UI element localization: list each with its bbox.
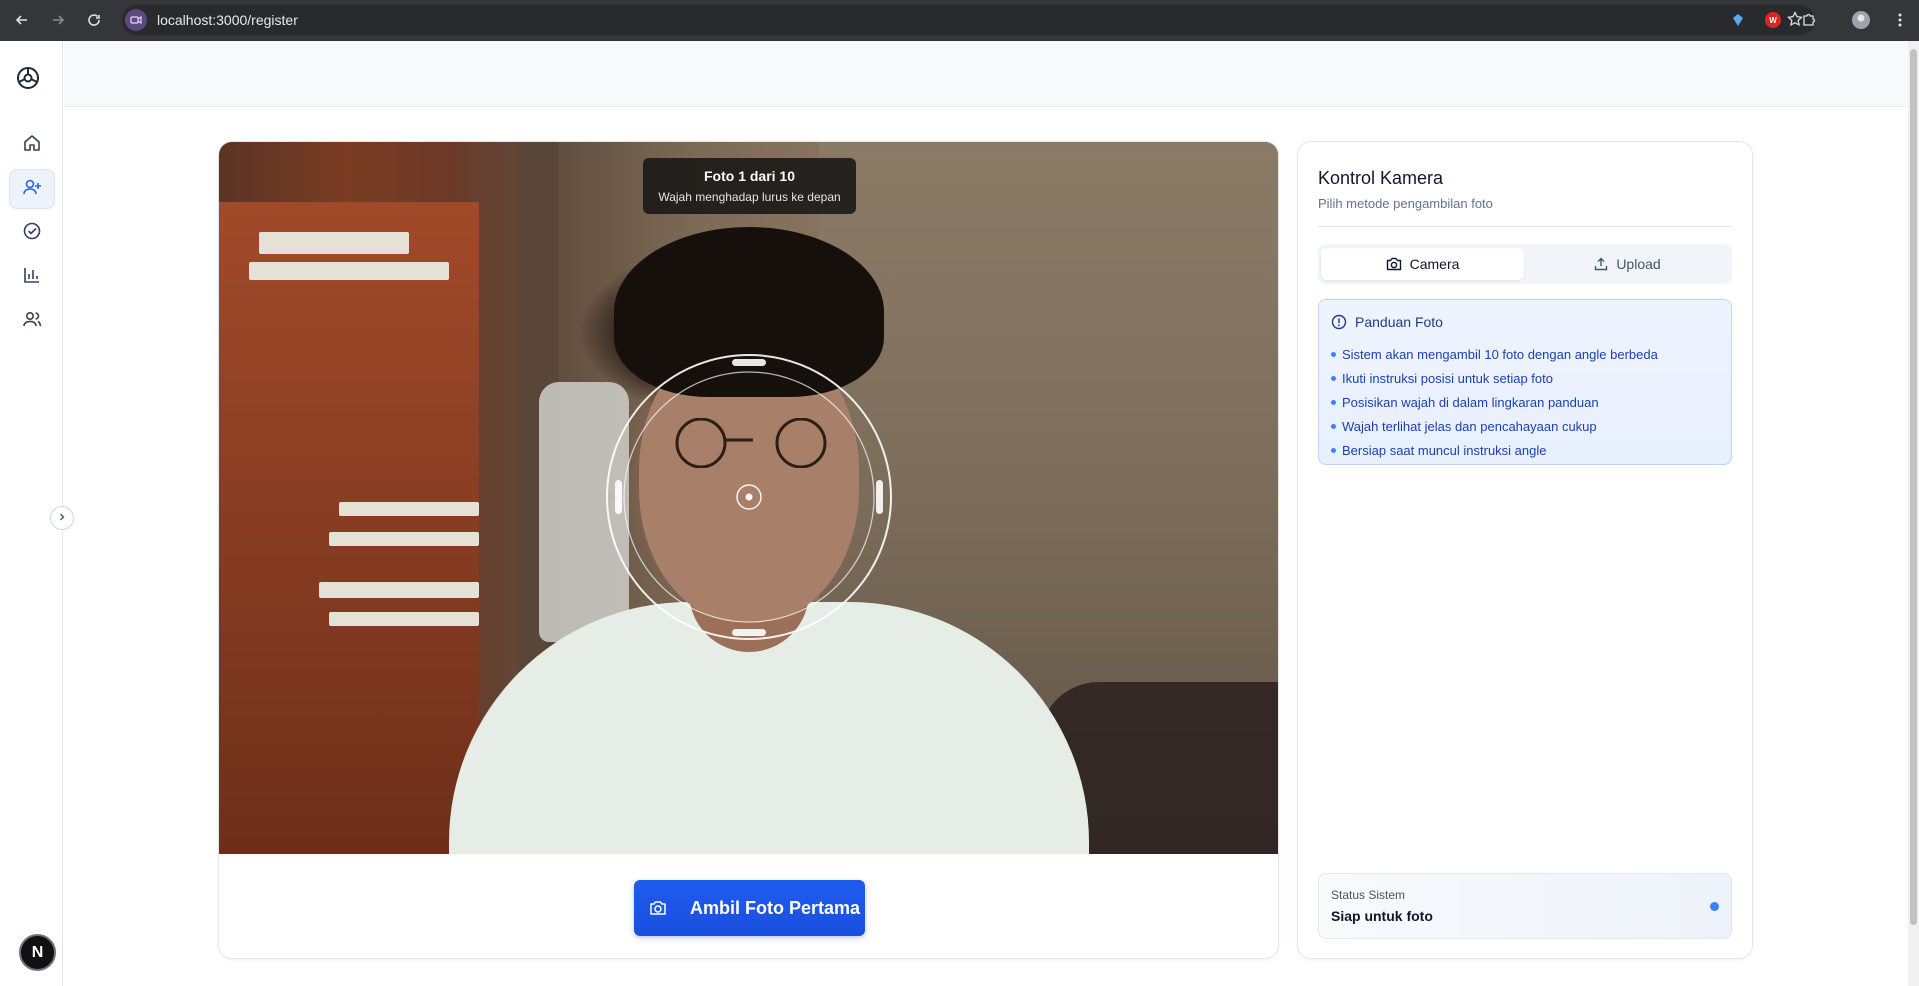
guide-item: Posisikan wajah di dalam lingkaran pandu… (1331, 390, 1658, 414)
instruction-subtitle: Wajah menghadap lurus ke depan (658, 190, 841, 204)
guide-item: Bersiap saat muncul instruksi angle (1331, 438, 1658, 462)
video-bookshelf (219, 202, 479, 854)
check-circle-icon (22, 221, 42, 246)
site-info-icon[interactable] (125, 9, 147, 31)
tab-camera[interactable]: Camera (1321, 248, 1524, 280)
sidebar-expand-button[interactable] (50, 506, 74, 530)
guide-title: Panduan Foto (1355, 314, 1443, 330)
controls-title: Kontrol Kamera (1318, 168, 1444, 188)
status-label: Status Sistem (1331, 888, 1406, 902)
tab-upload-label: Upload (1616, 256, 1661, 272)
top-header (64, 41, 1908, 107)
sidebar-item-home[interactable] (9, 125, 55, 165)
guide-item: Sistem akan mengambil 10 foto dengan ang… (1331, 342, 1658, 366)
back-icon[interactable] (11, 9, 33, 31)
svg-text:W: W (1769, 16, 1777, 25)
photo-guide-panel: Panduan Foto Sistem akan mengambil 10 fo… (1318, 299, 1732, 465)
camera-controls-card: Kontrol Kamera Pilih metode pengambilan … (1297, 141, 1753, 959)
instruction-title: Foto 1 dari 10 (703, 168, 796, 184)
guide-list: Sistem akan mengambil 10 foto dengan ang… (1331, 342, 1658, 462)
tab-upload[interactable]: Upload (1526, 248, 1729, 280)
home-icon (22, 133, 42, 158)
sidebar-item-reports[interactable] (9, 257, 55, 297)
camera-video-feed: Foto 1 dari 10 Wajah menghadap lurus ke … (219, 142, 1278, 854)
capture-method-tabs: Camera Upload (1318, 244, 1732, 284)
reload-icon[interactable] (83, 9, 105, 31)
info-circle-icon (1331, 314, 1347, 330)
controls-subtitle: Pilih metode pengambilan foto (1318, 196, 1493, 211)
camera-icon (1386, 257, 1402, 271)
tab-camera-label: Camera (1409, 256, 1460, 272)
extension-w-icon[interactable]: W (1763, 10, 1783, 30)
sidebar-item-attendance[interactable] (9, 213, 55, 253)
sidebar-item-register[interactable] (9, 169, 55, 209)
profile-avatar-icon[interactable] (1851, 10, 1871, 30)
extensions-puzzle-icon[interactable] (1799, 10, 1819, 30)
guide-item: Wajah terlihat jelas dan pencahayaan cuk… (1331, 414, 1658, 438)
user-avatar[interactable]: N (19, 934, 56, 971)
page-scrollbar[interactable] (1908, 41, 1919, 986)
forward-icon[interactable] (47, 9, 69, 31)
camera-icon (648, 898, 668, 918)
status-indicator-dot (1710, 902, 1719, 911)
address-bar[interactable]: localhost:3000/register (122, 5, 1815, 35)
browser-menu-icon[interactable] (1890, 10, 1910, 30)
status-value: Siap untuk foto (1331, 908, 1433, 924)
guide-header: Panduan Foto (1331, 314, 1443, 330)
guide-item: Ikuti instruksi posisi untuk setiap foto (1331, 366, 1658, 390)
chevron-right-icon (57, 509, 67, 527)
app-logo-icon[interactable] (15, 65, 41, 91)
scrollbar-thumb[interactable] (1910, 49, 1917, 925)
upload-icon (1594, 257, 1608, 271)
angle-instruction-box: Foto 1 dari 10 Wajah menghadap lurus ke … (643, 158, 856, 214)
users-icon (22, 309, 42, 334)
capture-photo-button[interactable]: Ambil Foto Pertama (634, 880, 865, 936)
url-text: localhost:3000/register (157, 12, 298, 28)
system-status-panel: Status Sistem Siap untuk foto (1318, 873, 1732, 939)
app-root: N Foto 1 dari 10 Wajah menghadap lurus k… (0, 41, 1919, 986)
extension-gem-icon[interactable] (1728, 10, 1748, 30)
user-plus-icon (22, 177, 42, 202)
sidebar-item-users[interactable] (9, 301, 55, 341)
face-guide-circle (606, 354, 892, 640)
browser-toolbar: localhost:3000/register W (0, 0, 1919, 41)
camera-card: Foto 1 dari 10 Wajah menghadap lurus ke … (218, 141, 1279, 959)
capture-button-label: Ambil Foto Pertama (690, 897, 861, 918)
divider (1318, 226, 1732, 227)
bar-chart-icon (22, 265, 42, 290)
